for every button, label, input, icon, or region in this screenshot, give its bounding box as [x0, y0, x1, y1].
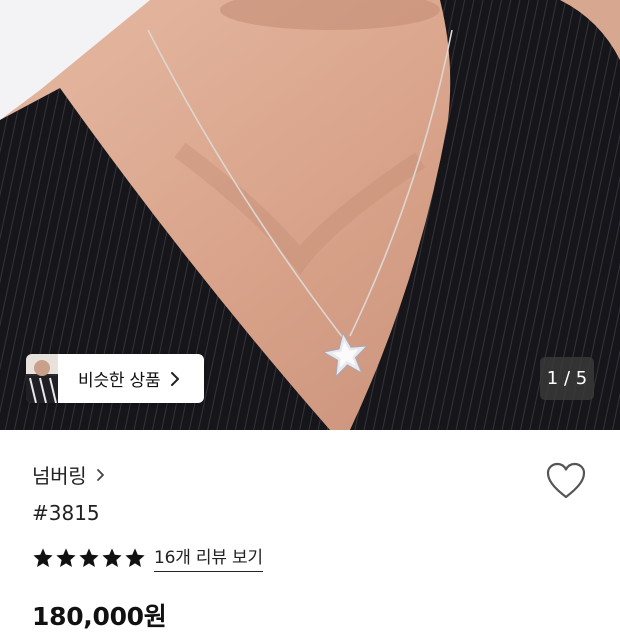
product-price: 180,000원	[32, 602, 167, 631]
chevron-right-icon	[96, 468, 105, 482]
similar-products-label: 비슷한 상품	[78, 371, 161, 391]
brand-name: 넘버링	[32, 464, 87, 488]
rating-row: 16개 리뷰 보기	[32, 543, 263, 572]
similar-products-button[interactable]: 비슷한 상품	[26, 354, 204, 403]
review-link[interactable]: 16개 리뷰 보기	[154, 543, 263, 572]
star-filled-icon	[125, 547, 145, 567]
chevron-right-icon	[170, 371, 180, 387]
star-filled-icon	[56, 547, 76, 567]
similar-products-thumbnail	[26, 354, 58, 403]
product-name: #3815	[32, 501, 100, 525]
star-rating	[32, 547, 146, 569]
star-filled-icon	[79, 547, 99, 567]
brand-link[interactable]: 넘버링	[32, 460, 105, 489]
product-image-gallery[interactable]: 비슷한 상품 1 / 5	[0, 0, 620, 430]
star-filled-icon	[33, 547, 53, 567]
wishlist-heart-icon[interactable]	[545, 462, 587, 500]
image-counter: 1 / 5	[540, 357, 594, 400]
star-filled-icon	[102, 547, 122, 567]
